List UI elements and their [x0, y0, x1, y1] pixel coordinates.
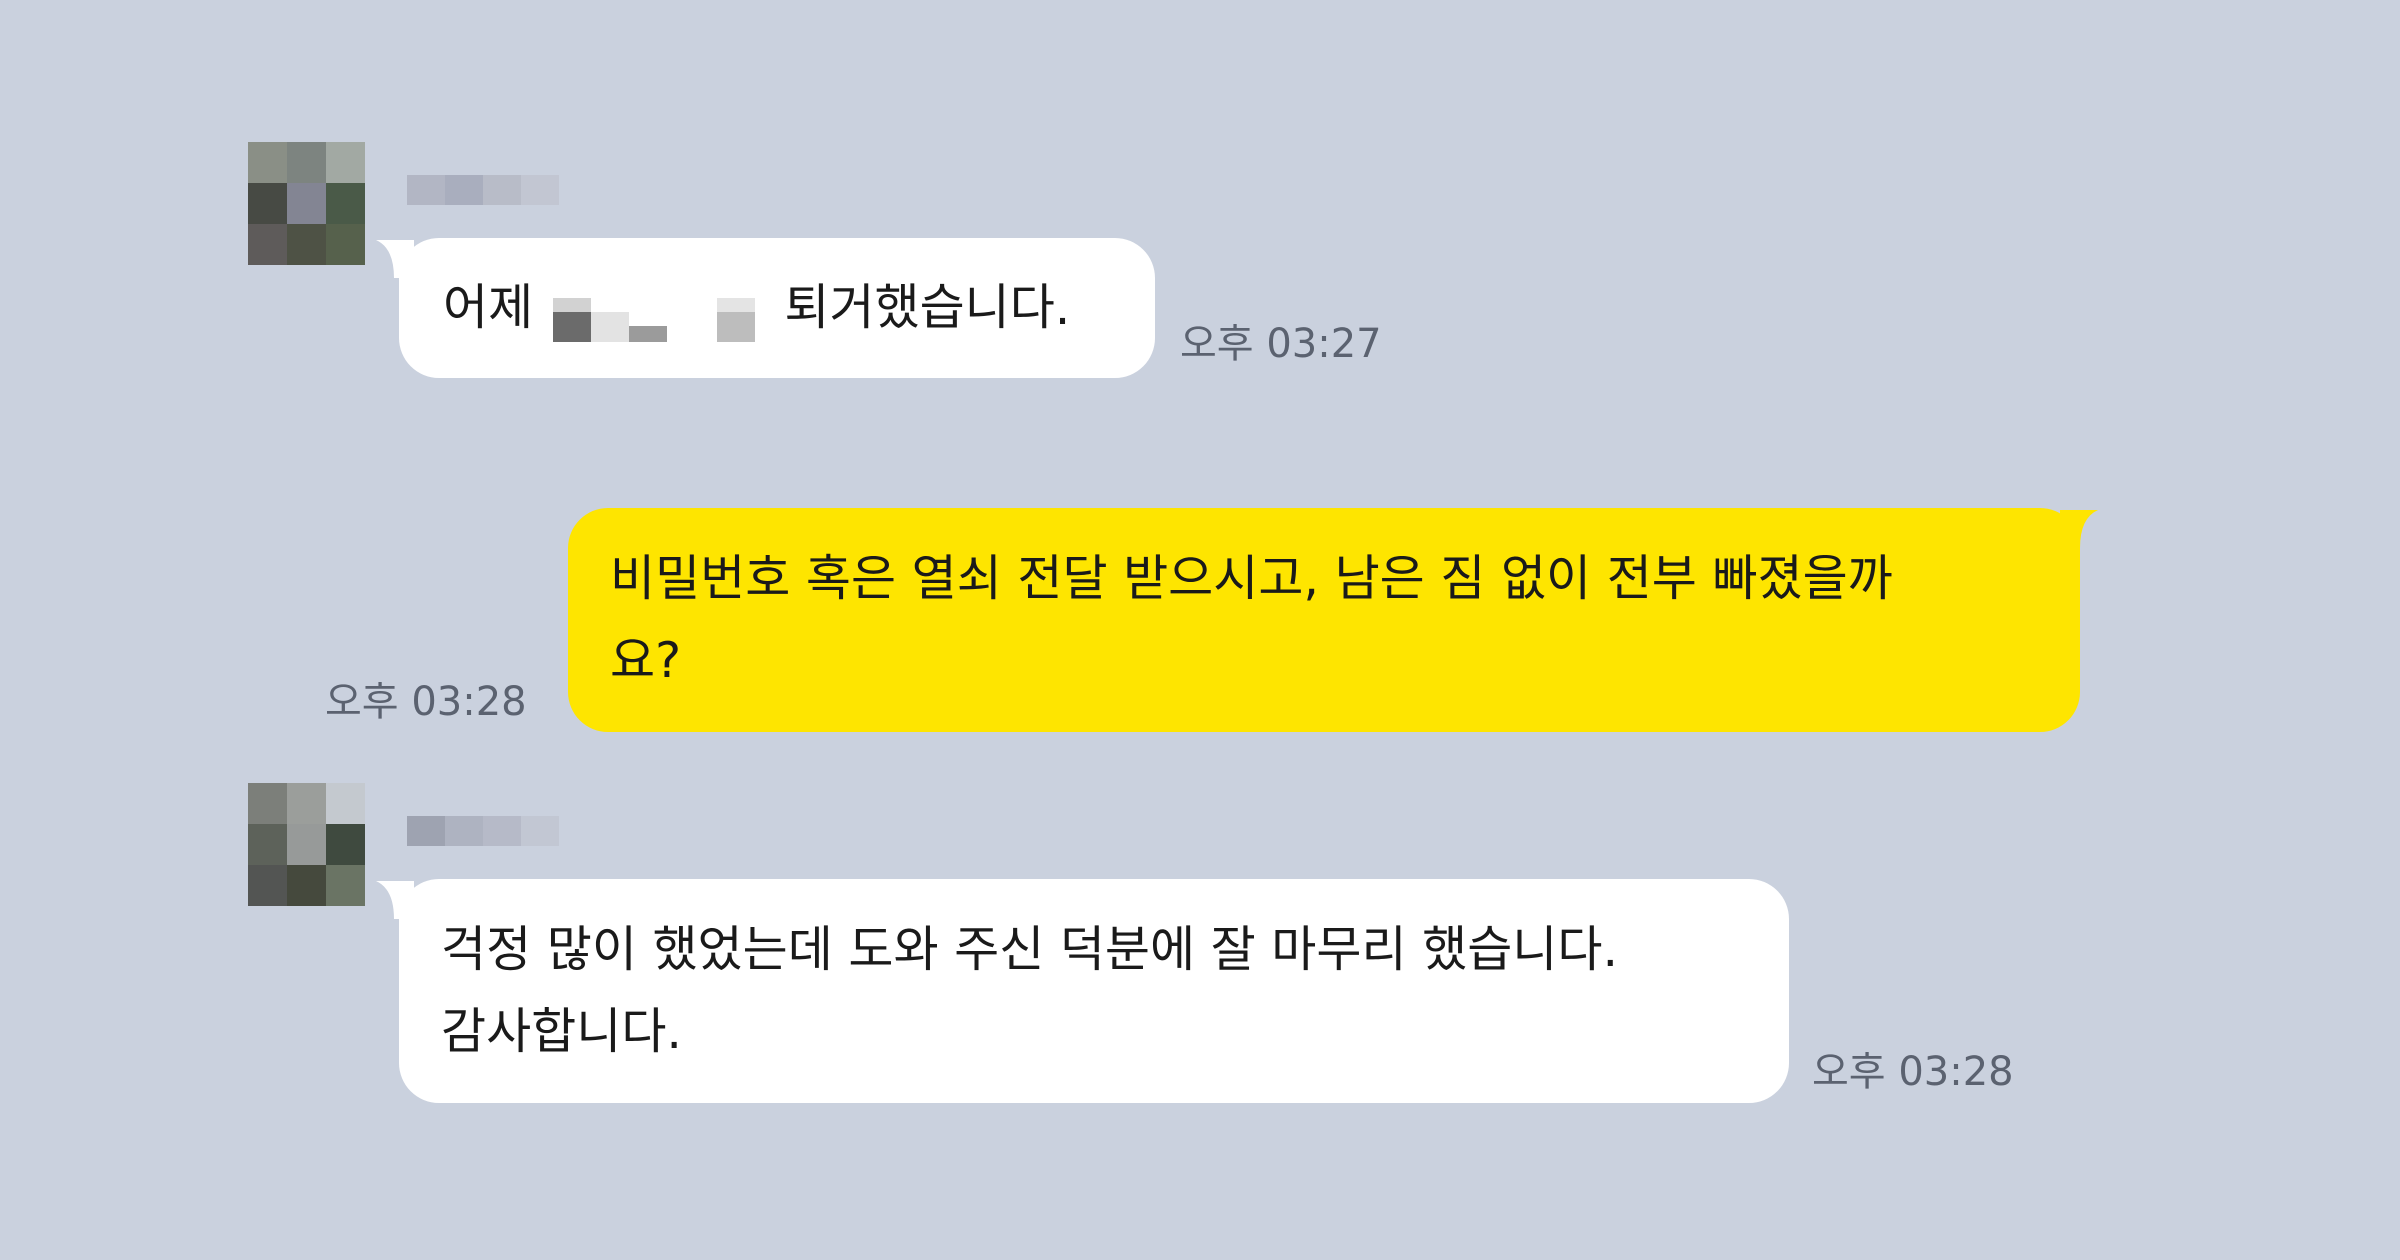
- message-text-2-line1: 비밀번호 혹은 열쇠 전달 받으시고, 남은 짐 없이 전부 빠졌을까: [610, 550, 1893, 607]
- timestamp-2: 오후 03:28: [325, 679, 527, 725]
- message-text-1-start: 어제: [443, 279, 534, 336]
- timestamp-3: 오후 03:28: [1812, 1049, 2014, 1095]
- message-bubble-1[interactable]: 어제 퇴거했습니다.: [399, 238, 1155, 378]
- message-text-3-line2: 감사합니다.: [441, 1003, 682, 1060]
- sender-avatar-2[interactable]: [248, 783, 365, 906]
- message-text-2-line2: 요?: [610, 632, 682, 689]
- timestamp-1: 오후 03:27: [1180, 321, 1382, 367]
- bubble-tail-2: [2060, 510, 2098, 548]
- message-text-3-line1: 걱정 많이 했었는데 도와 주신 덕분에 잘 마무리 했습니다.: [441, 921, 1619, 978]
- message-bubble-3[interactable]: 걱정 많이 했었는데 도와 주신 덕분에 잘 마무리 했습니다. 감사합니다.: [399, 879, 1789, 1103]
- message-text-1-end: 퇴거했습니다.: [784, 279, 1071, 336]
- sender-avatar-1[interactable]: [248, 142, 365, 265]
- redacted-text-1: [549, 285, 769, 342]
- message-bubble-2[interactable]: 비밀번호 혹은 열쇠 전달 받으시고, 남은 짐 없이 전부 빠졌을까 요?: [568, 508, 2080, 732]
- sender-name-blurred-1: [407, 175, 559, 205]
- sender-name-blurred-2: [407, 816, 559, 846]
